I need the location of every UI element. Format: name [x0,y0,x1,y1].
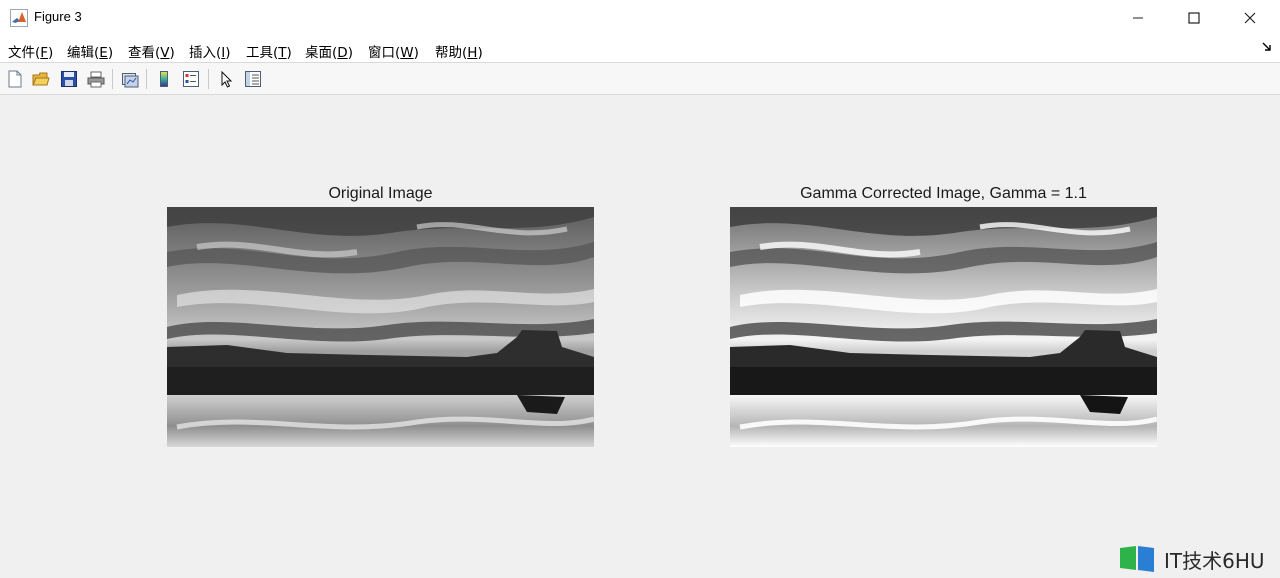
gamma-corrected-image [730,207,1157,447]
menu-bar: 文件(F) 编辑(E) 查看(V) 插入(I) 工具(T) 桌面(D) 窗口(W… [0,36,1280,62]
dock-arrow-icon[interactable] [1262,42,1272,52]
maximize-button[interactable] [1166,0,1222,36]
menu-accelerator: V [160,45,170,61]
minimize-icon [1133,17,1143,19]
menu-desktop[interactable]: 桌面(D) [305,41,353,61]
watermark: IT技术6HU [1118,543,1280,575]
legend-icon [183,71,199,87]
menu-accelerator: W [400,45,414,61]
menu-label-suffix: ) [286,45,292,61]
edit-plot-button[interactable] [215,68,237,90]
menu-label: 窗口( [368,45,401,61]
axes-title-original: Original Image [328,185,433,202]
title-bar: Figure 3 [0,0,1280,36]
watermark-logo-icon [1120,546,1154,572]
colorbar-icon [160,71,168,87]
toolbar-separator [112,69,113,89]
menu-label: 工具( [246,45,279,61]
figure-toolbar [0,62,1280,95]
original-image [167,207,594,447]
close-icon [1244,12,1256,24]
link-plot-icon [122,73,139,88]
menu-file[interactable]: 文件(F) [8,41,53,61]
pointer-icon [221,70,233,88]
colorbar-button[interactable] [153,68,175,90]
menu-label-suffix: ) [347,45,353,61]
menu-tools[interactable]: 工具(T) [246,41,292,61]
window-title: Figure 3 [34,9,82,24]
new-figure-button[interactable] [4,68,26,90]
menu-accelerator: D [337,45,348,61]
close-button[interactable] [1222,0,1278,36]
menu-view[interactable]: 查看(V) [128,41,175,61]
print-icon [87,71,105,88]
watermark-text: IT技术6HU [1164,548,1265,573]
link-plot-button[interactable] [119,68,141,90]
open-button[interactable] [30,68,52,90]
menu-label: 文件( [8,45,41,61]
legend-button[interactable] [180,68,202,90]
menu-edit[interactable]: 编辑(E) [67,41,113,61]
menu-label-suffix: ) [169,45,175,61]
open-folder-icon [32,72,50,86]
menu-help[interactable]: 帮助(H) [435,41,483,61]
menu-label-suffix: ) [48,45,54,61]
menu-label: 编辑( [67,45,100,61]
menu-label: 查看( [128,45,161,61]
maximize-icon [1188,12,1200,24]
menu-label-suffix: ) [477,45,483,61]
toolbar-separator [146,69,147,89]
minimize-button[interactable] [1110,0,1166,36]
menu-window[interactable]: 窗口(W) [368,41,419,61]
menu-accelerator: E [99,45,108,61]
menu-accelerator: T [278,45,287,61]
property-inspector-icon [245,71,261,87]
save-icon [61,71,77,87]
menu-accelerator: F [40,45,49,61]
menu-label: 插入( [189,45,222,61]
menu-label: 帮助( [435,45,468,61]
menu-label: 桌面( [305,45,338,61]
menu-label-suffix: ) [225,45,231,61]
save-button[interactable] [58,68,80,90]
property-inspector-button[interactable] [242,68,264,90]
menu-label-suffix: ) [413,45,419,61]
menu-label-suffix: ) [107,45,114,61]
menu-accelerator: H [467,45,478,61]
toolbar-separator [208,69,209,89]
new-figure-icon [8,70,22,88]
axes-title-gamma: Gamma Corrected Image, Gamma = 1.1 [800,185,1087,202]
menu-insert[interactable]: 插入(I) [189,41,231,61]
matlab-logo-icon [10,9,28,27]
print-button[interactable] [85,68,107,90]
